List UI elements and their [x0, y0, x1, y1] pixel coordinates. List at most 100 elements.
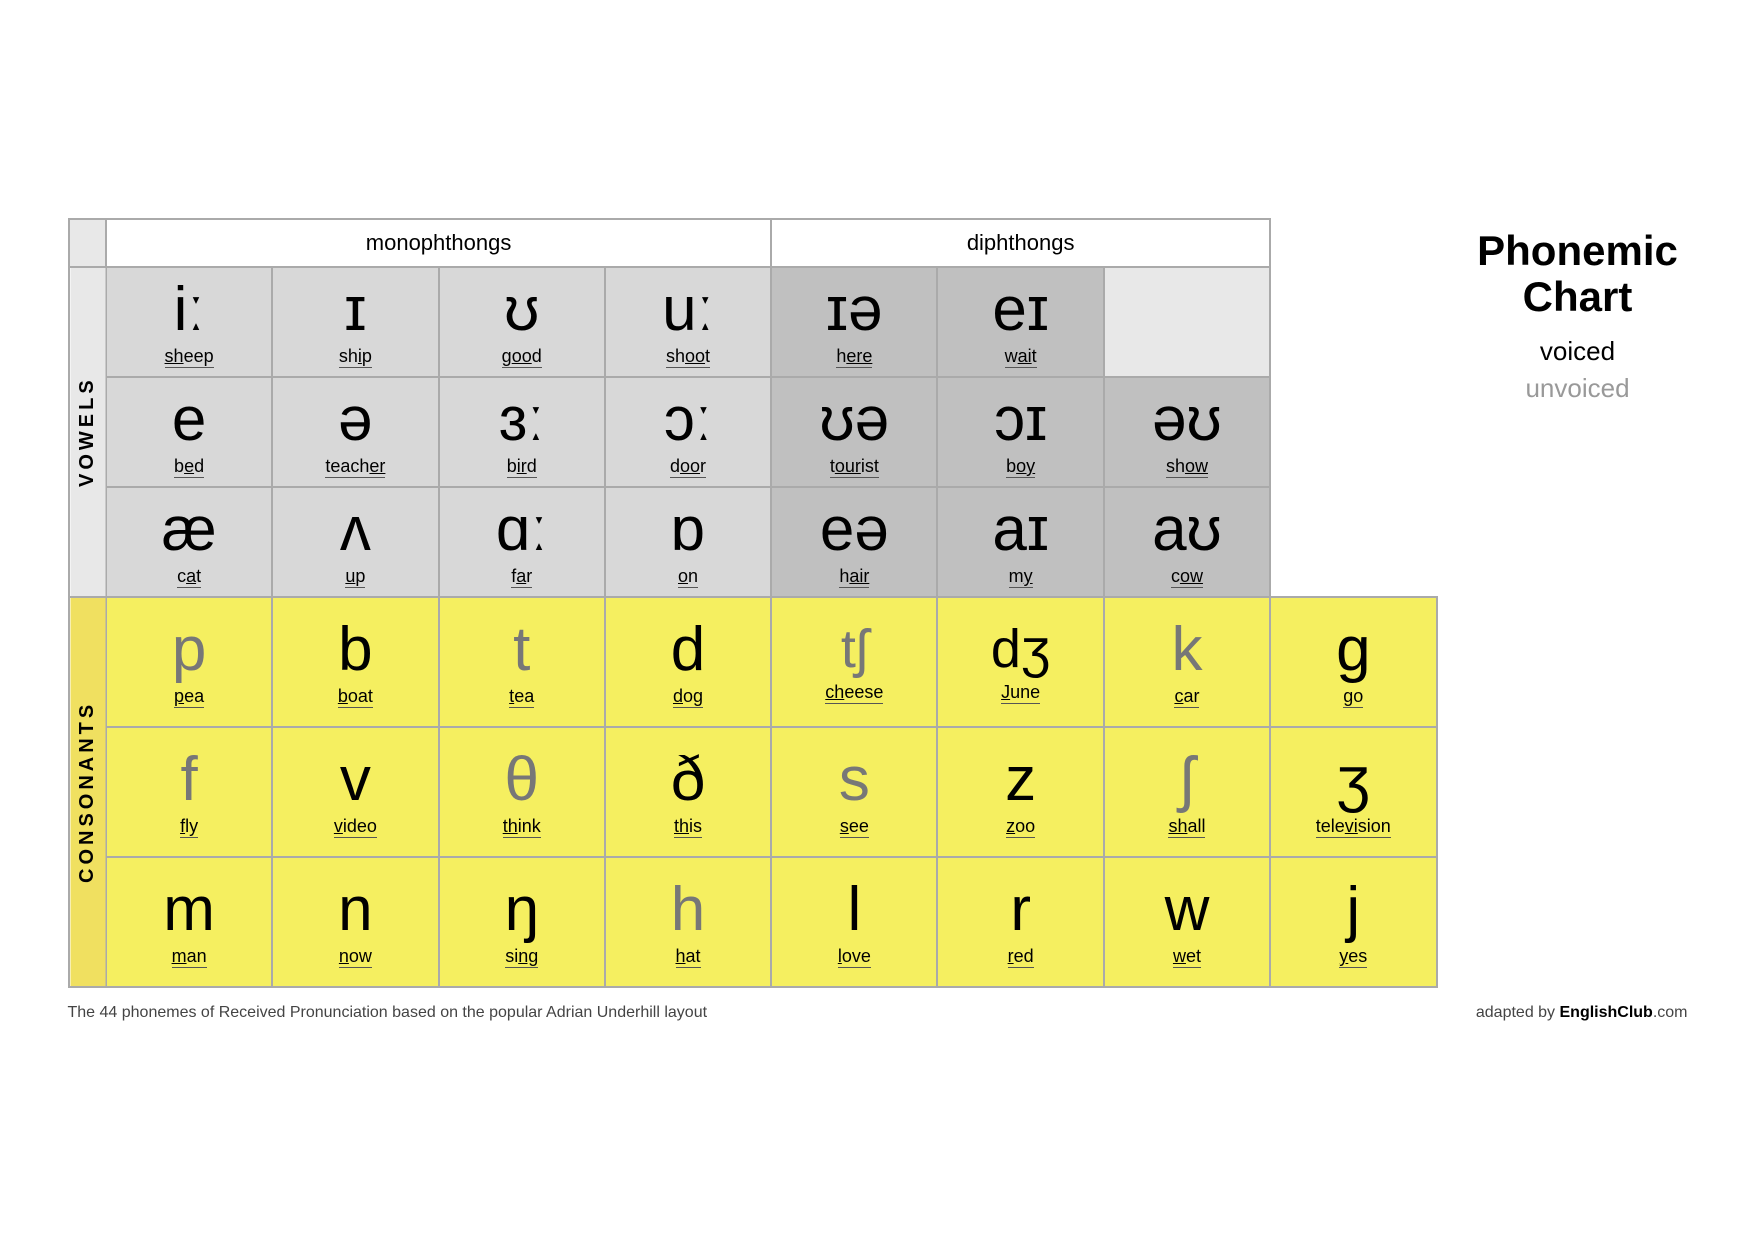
- word-wet: wet: [1173, 946, 1201, 968]
- page-wrapper: monophthongs diphthongs VOWELS iː sheep: [68, 198, 1688, 1042]
- symbol-tsh: tʃ: [841, 620, 868, 679]
- word-far: far: [511, 566, 532, 588]
- main-content: monophthongs diphthongs VOWELS iː sheep: [68, 218, 1688, 988]
- footer: The 44 phonemes of Received Pronunciatio…: [68, 1004, 1688, 1022]
- symbol-s: s: [839, 746, 870, 814]
- symbol-z: z: [1005, 746, 1036, 814]
- word-good: good: [502, 346, 542, 368]
- empty-r1: [1104, 267, 1270, 377]
- symbol-b: b: [338, 616, 372, 684]
- monophthongs-header: monophthongs: [106, 219, 771, 267]
- symbol-theta: θ: [504, 746, 538, 814]
- symbol-Ia: ɪə: [826, 276, 883, 344]
- consonant-cell-r: r red: [937, 857, 1103, 987]
- symbol-ai: aɪ: [992, 496, 1049, 564]
- header-row: monophthongs diphthongs: [69, 219, 1437, 267]
- word-this: this: [674, 816, 702, 838]
- title-line2: Chart: [1523, 273, 1633, 320]
- word-shall: shall: [1168, 816, 1205, 838]
- consonant-cell-ng: ŋ sing: [439, 857, 605, 987]
- consonant-cell-v: v video: [272, 727, 438, 857]
- vowel-cell-uu: uː shoot: [605, 267, 771, 377]
- symbol-m: m: [163, 876, 215, 944]
- symbol-ii: iː: [174, 276, 205, 344]
- vowel-cell-ii: iː sheep: [106, 267, 272, 377]
- word-tea: tea: [509, 686, 534, 708]
- diphthong-cell-ea: eə hair: [771, 487, 937, 597]
- symbol-uu: uː: [662, 276, 714, 344]
- word-tourist: tourist: [830, 456, 879, 478]
- symbol-p: p: [172, 616, 206, 684]
- word-see: see: [840, 816, 869, 838]
- symbol-D: ɒ: [671, 496, 705, 564]
- vowel-cell-U: ʊ good: [439, 267, 605, 377]
- consonant-row-3: m man n now ŋ sing: [69, 857, 1437, 987]
- word-ship: ship: [339, 346, 372, 368]
- vowel-cell-e: e bed: [106, 377, 272, 487]
- unvoiced-label: unvoiced: [1525, 373, 1629, 404]
- consonant-cell-k: k car: [1104, 597, 1270, 727]
- word-teacher: teacher: [325, 456, 385, 478]
- title-panel: Phonemic Chart voiced unvoiced: [1468, 218, 1688, 404]
- symbol-w: w: [1165, 876, 1210, 944]
- word-up: up: [345, 566, 365, 588]
- symbol-eth: ð: [671, 746, 705, 814]
- symbol-Ua: ʊə: [819, 386, 889, 454]
- consonant-cell-w: w wet: [1104, 857, 1270, 987]
- word-door: door: [670, 456, 706, 478]
- word-television: television: [1316, 816, 1391, 838]
- word-bed: bed: [174, 456, 204, 478]
- corner-cell: [69, 219, 106, 267]
- consonant-cell-b: b boat: [272, 597, 438, 727]
- consonant-cell-j: j yes: [1270, 857, 1436, 987]
- symbol-dzh: dʒ: [991, 620, 1050, 679]
- symbol-r: r: [1010, 876, 1031, 944]
- vowel-cell-o: ɔː door: [605, 377, 771, 487]
- consonant-cell-l: l love: [771, 857, 937, 987]
- word-man: man: [172, 946, 207, 968]
- consonant-cell-z: z zoo: [937, 727, 1103, 857]
- vowel-row-3: æ cat ʌ up ɑː far: [69, 487, 1437, 597]
- vowel-cell-D: ɒ on: [605, 487, 771, 597]
- footer-brand: EnglishClub: [1560, 1004, 1653, 1021]
- chart-container: monophthongs diphthongs VOWELS iː sheep: [68, 218, 1438, 988]
- symbol-ei: eɪ: [992, 276, 1049, 344]
- word-video: video: [334, 816, 377, 838]
- symbol-j: j: [1346, 876, 1360, 944]
- footer-left: The 44 phonemes of Received Pronunciatio…: [68, 1004, 708, 1022]
- diphthong-cell-Ia: ɪə here: [771, 267, 937, 377]
- symbol-aU: aʊ: [1152, 496, 1222, 564]
- phonemic-chart: monophthongs diphthongs VOWELS iː sheep: [68, 218, 1438, 988]
- symbol-d: d: [671, 616, 705, 684]
- symbol-U: ʊ: [504, 276, 539, 344]
- vowels-label: VOWELS: [69, 267, 106, 597]
- consonant-cell-eth: ð this: [605, 727, 771, 857]
- word-car: car: [1174, 686, 1199, 708]
- word-wait: wait: [1005, 346, 1037, 368]
- symbol-aa: ɑː: [496, 496, 548, 564]
- vowel-row-1: VOWELS iː sheep ɪ ship: [69, 267, 1437, 377]
- symbol-ng: ŋ: [504, 876, 538, 944]
- diphthongs-header: diphthongs: [771, 219, 1270, 267]
- consonant-cell-s: s see: [771, 727, 937, 857]
- word-now: now: [339, 946, 372, 968]
- footer-prefix: adapted by: [1476, 1004, 1560, 1021]
- word-cheese: cheese: [825, 682, 883, 704]
- word-cat: cat: [177, 566, 201, 588]
- word-red: red: [1008, 946, 1034, 968]
- consonant-cell-n: n now: [272, 857, 438, 987]
- word-boy: boy: [1006, 456, 1035, 478]
- symbol-schwa: ə: [338, 386, 372, 454]
- symbol-n: n: [338, 876, 372, 944]
- consonant-cell-d: d dog: [605, 597, 771, 727]
- symbol-zh: ʒ: [1336, 746, 1370, 814]
- chart-title: Phonemic Chart: [1477, 228, 1678, 320]
- footer-suffix: .com: [1653, 1004, 1688, 1021]
- consonant-cell-m: m man: [106, 857, 272, 987]
- diphthong-cell-aU: aʊ cow: [1104, 487, 1270, 597]
- consonant-cell-theta: θ think: [439, 727, 605, 857]
- word-show: show: [1166, 456, 1208, 478]
- symbol-o: ɔː: [664, 386, 712, 454]
- consonant-cell-tsh: tʃ cheese: [771, 597, 937, 727]
- title-line1: Phonemic: [1477, 227, 1678, 274]
